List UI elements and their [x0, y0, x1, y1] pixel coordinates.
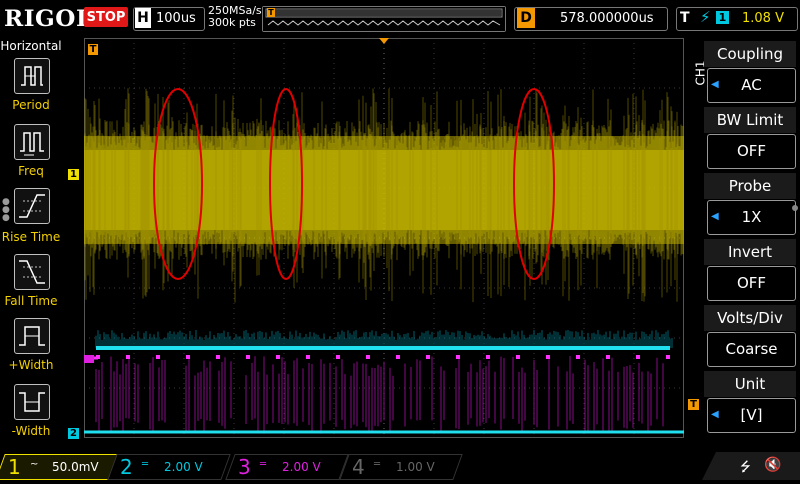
option-arrow-icon: ◀ [711, 211, 719, 222]
speaker-muted-icon: 🔇 [764, 457, 782, 473]
status-icons-graphic [702, 452, 800, 480]
run-stop-indicator[interactable]: STOP [84, 7, 128, 27]
trigger-position-marker-overview: T [267, 8, 275, 17]
channel-4-number: 4 [352, 455, 365, 479]
trigger-level-marker[interactable]: T [688, 399, 699, 410]
rising-edge-icon: ⚡ [700, 8, 711, 26]
menu-option-bw-limit[interactable]: OFF [707, 134, 796, 169]
timebase-value: 100us [156, 11, 196, 26]
menu-title-probe: Probe [704, 173, 796, 199]
trigger-level-value: 1.08 V [742, 11, 784, 26]
period-label: Period [12, 98, 50, 112]
frequency-icon [20, 132, 44, 156]
menu-title-volts-div: Volts/Div [704, 305, 796, 331]
rise-time-button[interactable] [14, 188, 50, 224]
fall-time-icon [19, 260, 45, 284]
fall-time-button[interactable] [14, 254, 50, 290]
negative-width-icon [19, 392, 45, 412]
positive-width-label: +Width [8, 358, 54, 372]
brand-logo: RIGOL [4, 6, 93, 32]
channel-2-scale: 2.00 V [164, 460, 203, 474]
menu-title-coupling: Coupling [704, 41, 796, 67]
menu-title-invert: Invert [704, 239, 796, 265]
negative-width-label: -Width [11, 424, 51, 438]
sample-rate-info: 250MSa/s 300k pts [208, 5, 262, 29]
menu-option-value: AC [741, 76, 762, 94]
freq-button[interactable] [14, 124, 50, 160]
coupling-icon: ═ [374, 459, 381, 470]
negative-width-button[interactable] [14, 384, 50, 420]
horizontal-center-marker [379, 38, 389, 44]
channel-3-number: 3 [238, 455, 251, 479]
rise-time-label: Rise Time [1, 230, 61, 244]
menu-option-value: 1X [741, 208, 762, 226]
menu-option-coupling[interactable]: AC [707, 68, 796, 103]
menu-option-invert[interactable]: OFF [707, 266, 796, 301]
coupling-icon: ═ [260, 459, 267, 470]
ch2-reference-marker[interactable]: 2 [68, 428, 79, 439]
menu-title-unit: Unit [704, 371, 796, 397]
trigger-badge: T [680, 10, 690, 26]
memory-depth: 300k pts [208, 16, 256, 29]
period-icon [21, 66, 43, 86]
menu-page-dots: ● ● ● [2, 197, 10, 223]
channel-1-number: 1 [8, 455, 21, 479]
usb-icon: ⭍ [740, 460, 751, 475]
menu-option-probe[interactable]: 1X [707, 200, 796, 235]
option-arrow-icon: ◀ [711, 79, 719, 90]
positive-width-button[interactable] [14, 318, 50, 354]
left-menu-title: Horizontal [0, 39, 62, 53]
channel-2-number: 2 [120, 455, 133, 479]
delay-value: 578.000000us [560, 11, 654, 26]
waveform-canvas [83, 37, 685, 439]
ch3-reference-marker [84, 355, 94, 363]
trigger-position-marker[interactable]: T [88, 44, 98, 55]
menu-option-unit[interactable]: [V] [707, 398, 796, 433]
positive-width-icon [19, 326, 45, 346]
coupling-icon: ═ [142, 459, 149, 470]
delay-badge: D [517, 8, 535, 28]
waveform-display[interactable] [83, 37, 685, 439]
menu-page-indicator [792, 205, 798, 211]
menu-option-value: [V] [740, 406, 763, 424]
horizontal-badge: H [135, 8, 151, 28]
menu-option-volts-div[interactable]: Coarse [707, 332, 796, 367]
channel-1-scale: 50.0mV [52, 460, 99, 474]
trigger-source-badge: 1 [716, 11, 729, 24]
option-arrow-icon: ◀ [711, 409, 719, 420]
memory-overview-graphic [263, 7, 505, 31]
menu-option-value: OFF [736, 274, 767, 292]
menu-option-value: Coarse [725, 340, 778, 358]
period-button[interactable] [14, 58, 50, 94]
channel-4-scale: 1.00 V [396, 460, 435, 474]
channel-3-scale: 2.00 V [282, 460, 321, 474]
fall-time-label: Fall Time [4, 294, 58, 308]
status-icons-area: ⭍ 🔇 [702, 452, 800, 480]
coupling-icon: ~ [30, 459, 39, 470]
freq-label: Freq [18, 164, 44, 178]
memory-overview-bar[interactable]: T [262, 6, 506, 32]
ch1-reference-marker[interactable]: 1 [68, 169, 79, 180]
menu-option-value: OFF [736, 142, 767, 160]
rise-time-icon [19, 194, 45, 218]
menu-title-bw-limit: BW Limit [704, 107, 796, 133]
